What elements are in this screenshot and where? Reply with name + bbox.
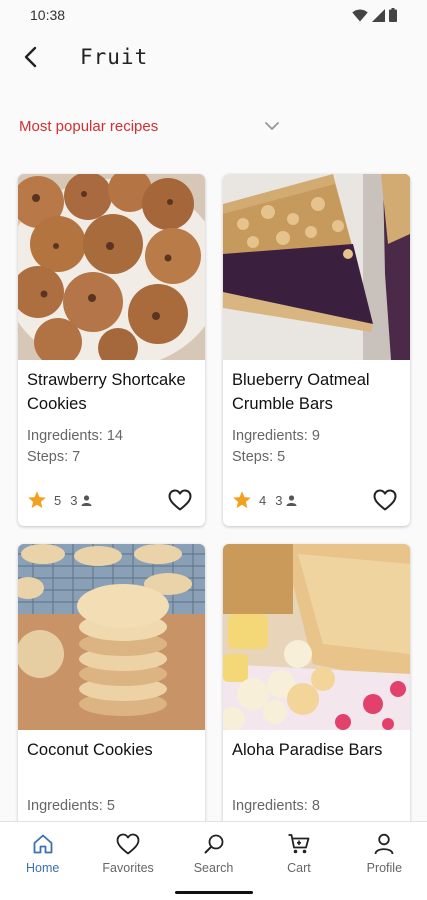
signal-icon — [372, 8, 385, 22]
recipe-footer: 5 3 — [27, 486, 193, 514]
back-button[interactable] — [0, 30, 60, 84]
heart-icon — [116, 832, 140, 856]
recipe-title: Coconut Cookies — [27, 741, 153, 759]
home-indicator — [175, 891, 253, 894]
person-icon — [286, 494, 297, 506]
arrow-back-icon — [24, 46, 37, 68]
app-bar: Fruit — [0, 30, 427, 84]
steps-label: Steps: — [27, 449, 69, 465]
nav-item-profile[interactable]: Profile — [342, 822, 427, 900]
recipe-title: Aloha Paradise Bars — [232, 741, 383, 759]
recipe-title: Strawberry Shortcake Cookies — [27, 371, 186, 413]
sort-dropdown[interactable]: Most popular recipes — [0, 108, 427, 144]
home-icon — [32, 832, 54, 856]
recipe-image-cookies — [18, 174, 205, 360]
rating-count: 3 — [70, 492, 78, 508]
nav-item-home[interactable]: Home — [0, 822, 85, 900]
heart-outline-icon — [373, 489, 397, 511]
star-icon — [233, 491, 251, 509]
rating-value: 5 — [54, 492, 62, 508]
recipe-title: Blueberry Oatmeal Crumble Bars — [232, 371, 370, 413]
ingredients-label: Ingredients: — [232, 428, 308, 444]
ingredients-count: 9 — [311, 428, 320, 444]
ingredients-label: Ingredients: — [232, 798, 308, 814]
ingredients-count: 14 — [106, 428, 123, 444]
nav-label: Home — [26, 861, 60, 875]
recipe-image-crumble-bars — [223, 174, 410, 360]
person-icon — [373, 832, 395, 856]
nav-label: Profile — [366, 861, 403, 875]
steps-count: 5 — [277, 449, 286, 465]
heart-outline-icon — [168, 489, 192, 511]
bottom-navigation: Home Favorites Search Cart Profile — [0, 821, 427, 900]
rating-count: 3 — [275, 492, 283, 508]
sort-label: Most popular recipes — [19, 117, 159, 135]
recipe-meta: Ingredients: 14 Steps: 7 — [27, 426, 123, 468]
recipe-card[interactable]: Blueberry Oatmeal Crumble Bars Ingredien… — [223, 174, 410, 526]
favorite-button[interactable] — [167, 487, 193, 513]
nav-label: Search — [193, 861, 234, 875]
recipe-image-coconut-cookies — [18, 544, 205, 730]
recipe-meta: Ingredients: 5 — [27, 796, 115, 817]
recipe-footer: 4 3 — [232, 486, 398, 514]
status-bar: 10:38 — [0, 0, 427, 30]
ingredients-count: 5 — [106, 798, 115, 814]
person-icon — [81, 494, 92, 506]
nav-item-search[interactable]: Search — [171, 822, 256, 900]
star-icon — [28, 491, 46, 509]
status-time: 10:38 — [30, 7, 66, 23]
battery-icon — [389, 8, 397, 22]
recipe-meta: Ingredients: 9 Steps: 5 — [232, 426, 320, 468]
nav-label: Favorites — [102, 861, 154, 875]
recipe-card[interactable]: Strawberry Shortcake Cookies Ingredients… — [18, 174, 205, 526]
nav-label: Cart — [287, 861, 311, 875]
steps-count: 7 — [72, 449, 81, 465]
search-icon — [203, 832, 225, 856]
recipe-meta: Ingredients: 8 — [232, 796, 320, 817]
favorite-button[interactable] — [372, 487, 398, 513]
nav-item-cart[interactable]: Cart — [256, 822, 341, 900]
wifi-icon — [352, 9, 368, 21]
ingredients-label: Ingredients: — [27, 798, 103, 814]
chevron-down-icon — [265, 122, 279, 130]
ingredients-count: 8 — [311, 798, 320, 814]
recipe-image-aloha-bars — [223, 544, 410, 730]
steps-label: Steps: — [232, 449, 274, 465]
ingredients-label: Ingredients: — [27, 428, 103, 444]
nav-item-favorites[interactable]: Favorites — [85, 822, 170, 900]
cart-icon — [287, 832, 311, 856]
status-icons — [352, 8, 397, 22]
rating-value: 4 — [259, 492, 267, 508]
page-title: Fruit — [80, 45, 149, 69]
